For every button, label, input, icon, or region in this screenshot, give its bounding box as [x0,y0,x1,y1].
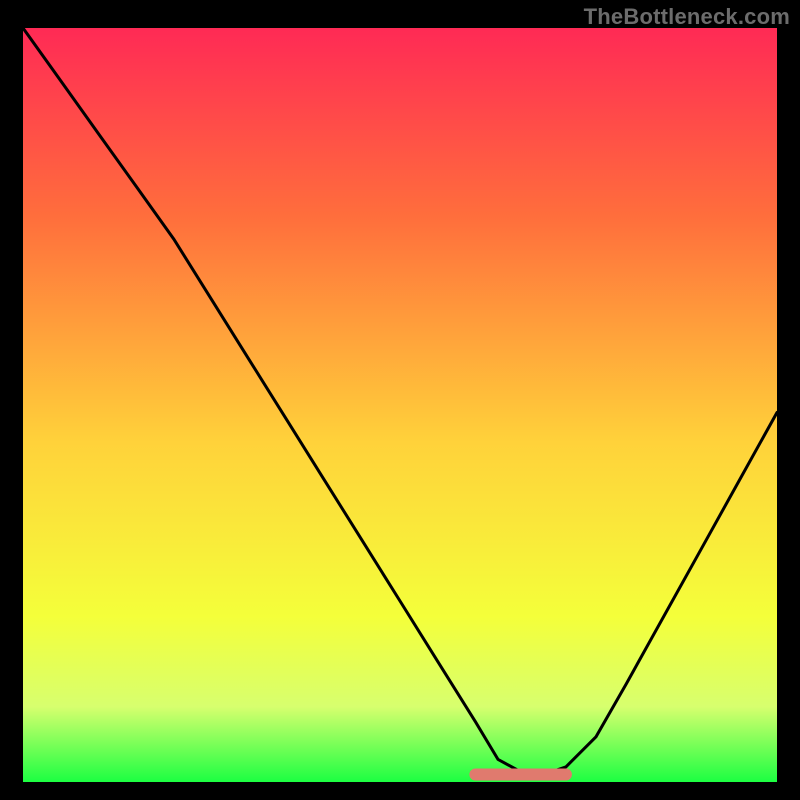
plot-background [23,28,777,782]
bottleneck-plot [23,28,777,782]
chart-frame: TheBottleneck.com [0,0,800,800]
watermark-text: TheBottleneck.com [584,4,790,30]
